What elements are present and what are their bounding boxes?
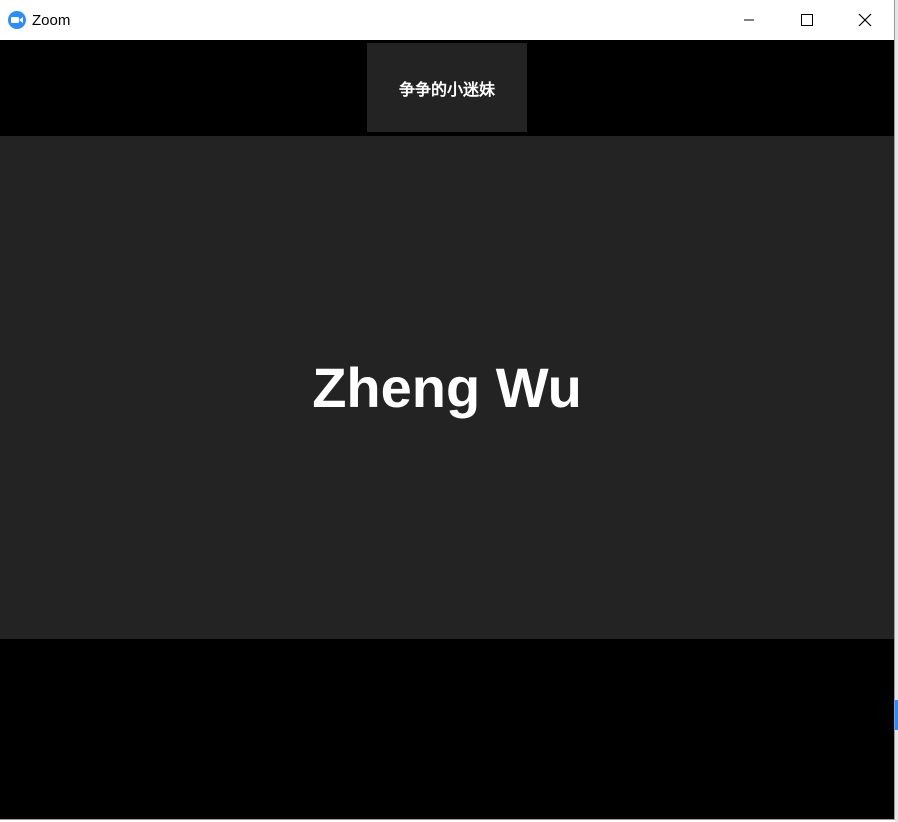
close-button[interactable] <box>836 0 894 40</box>
close-icon <box>858 13 872 27</box>
participant-thumbnail[interactable]: 争争的小迷妹 <box>367 43 527 132</box>
zoom-camera-icon <box>8 11 26 29</box>
zoom-meeting-window: Zoom 争争的小迷妹 Zheng Wu <box>0 0 895 820</box>
minimize-icon <box>744 19 754 21</box>
window-title: Zoom <box>32 11 71 29</box>
maximize-button[interactable] <box>778 0 836 40</box>
minimize-button[interactable] <box>720 0 778 40</box>
active-speaker-name: Zheng Wu <box>312 356 582 419</box>
participant-thumbnail-name: 争争的小迷妹 <box>398 81 495 99</box>
active-speaker-video[interactable]: Zheng Wu <box>0 136 894 639</box>
participant-thumbnail-strip: 争争的小迷妹 <box>0 40 894 135</box>
maximize-icon <box>801 14 813 26</box>
title-bar[interactable]: Zoom <box>0 0 894 40</box>
meeting-bottom-area <box>0 639 894 819</box>
window-controls <box>720 0 894 40</box>
